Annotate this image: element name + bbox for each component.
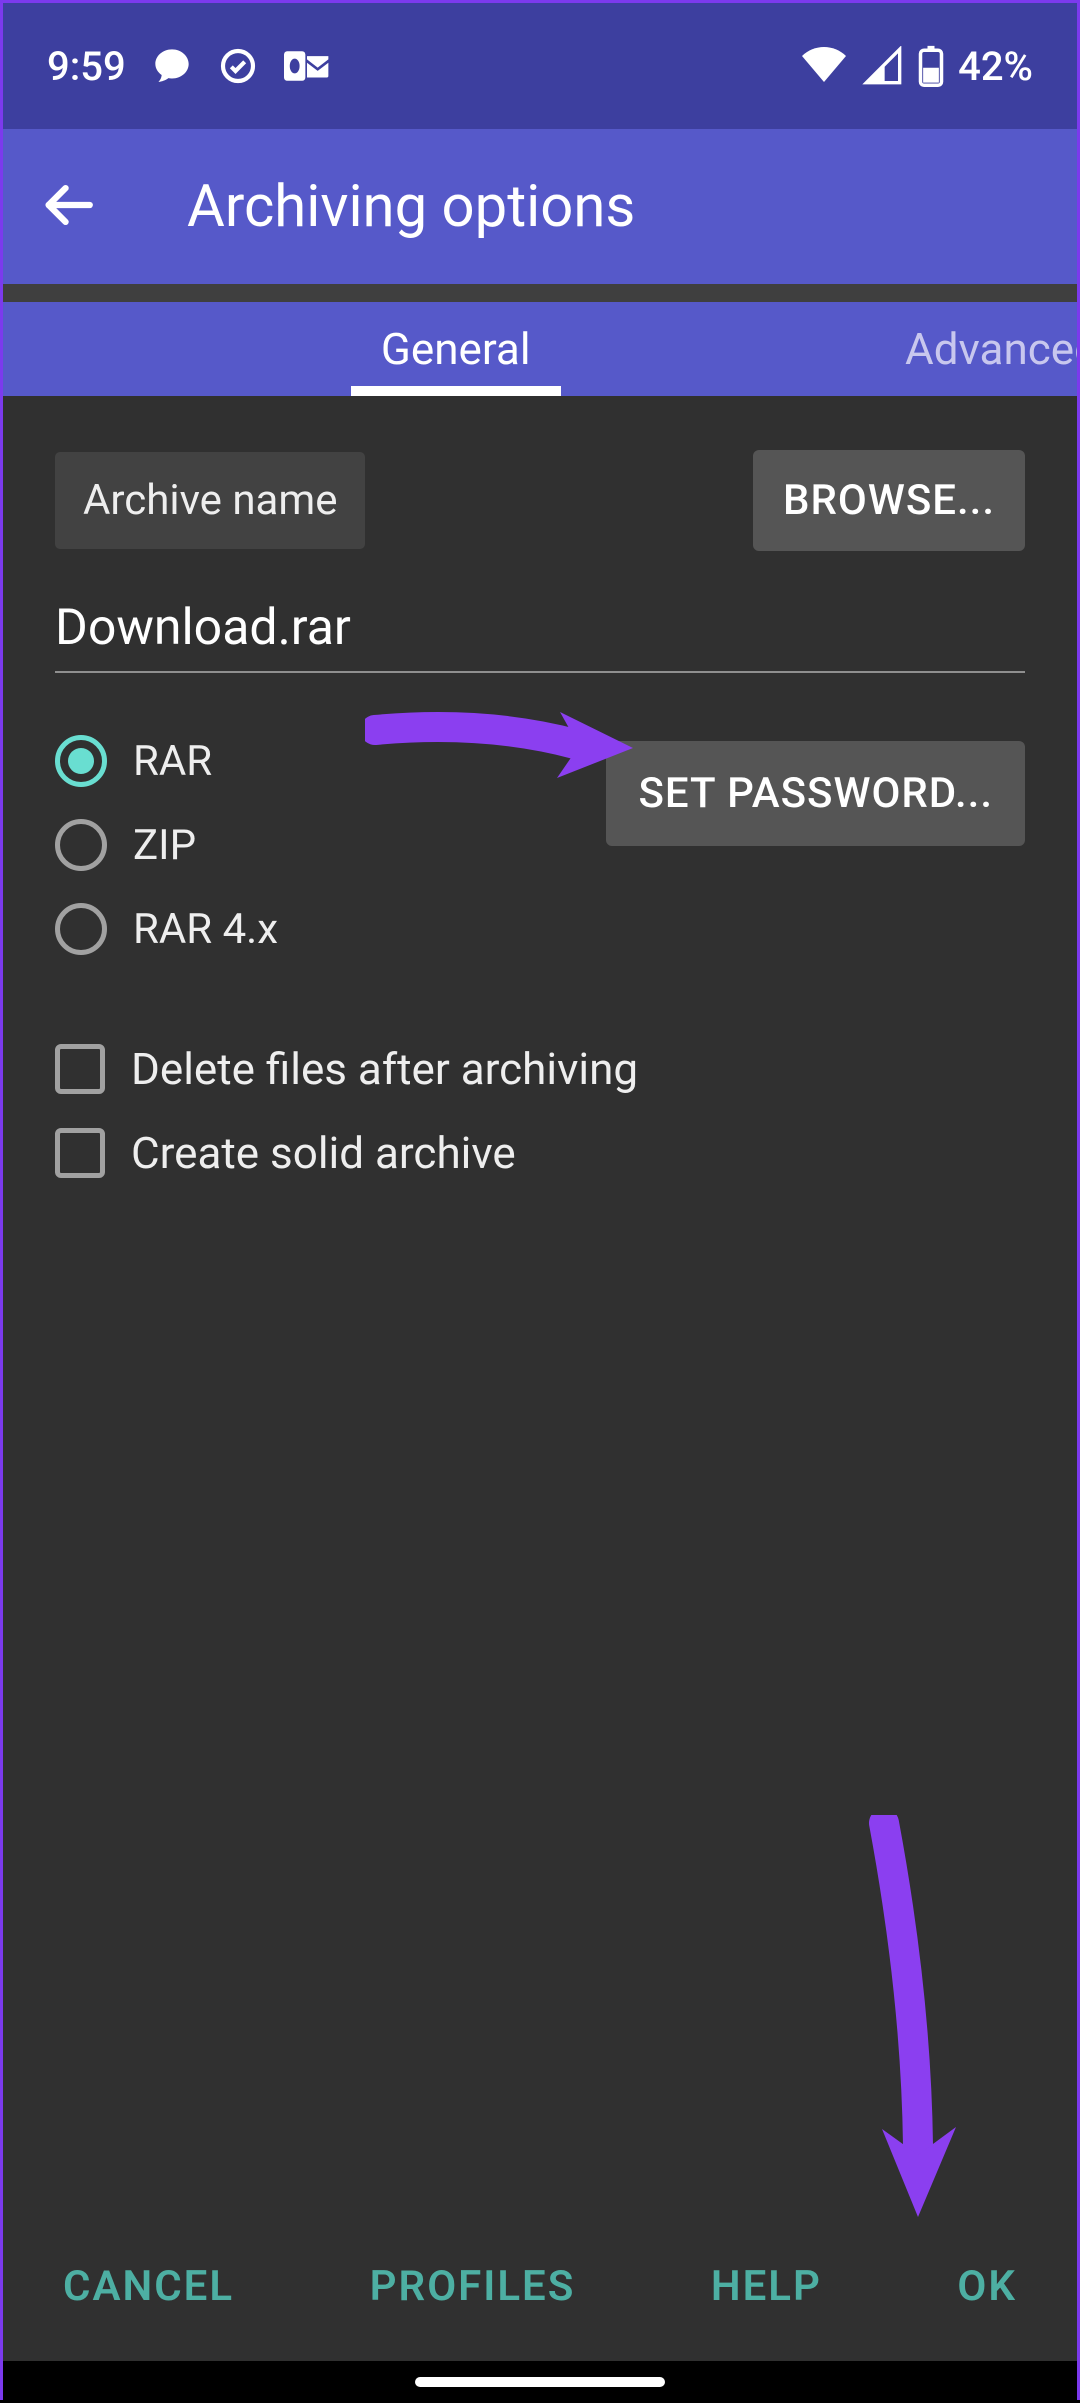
checkbox-group: Delete files after archiving Create soli… (55, 1043, 1025, 1179)
tab-indicator (351, 386, 561, 396)
tab-general-label: General (381, 323, 531, 375)
set-password-button[interactable]: SET PASSWORD... (606, 741, 1025, 846)
divider (3, 284, 1077, 302)
wifi-icon (800, 46, 848, 86)
cancel-button[interactable]: CANCEL (63, 2262, 234, 2311)
content-area: Archive name BROWSE... Download.rar RAR … (3, 396, 1077, 2211)
profiles-button[interactable]: PROFILES (370, 2262, 576, 2311)
radio-icon (55, 819, 107, 871)
home-indicator[interactable] (415, 2377, 665, 2387)
format-radio-group: RAR ZIP RAR 4.x (55, 735, 278, 955)
checkbox-solid-archive[interactable]: Create solid archive (55, 1127, 1025, 1179)
battery-icon (918, 45, 944, 87)
checkbox-icon (55, 1128, 105, 1178)
radio-rar-label: RAR (133, 737, 212, 786)
radio-rar4x-label: RAR 4.x (133, 905, 278, 954)
radio-icon (55, 735, 107, 787)
solid-archive-label: Create solid archive (131, 1127, 516, 1179)
archive-name-input[interactable]: Download.rar (55, 599, 1025, 673)
bottom-bar: CANCEL PROFILES HELP OK (3, 2211, 1077, 2361)
speech-bubble-icon (152, 46, 192, 86)
archive-name-value: Download.rar (55, 599, 1025, 657)
sync-icon (218, 46, 258, 86)
outlook-icon (284, 46, 330, 86)
archive-name-chip[interactable]: Archive name (55, 452, 365, 549)
tab-general[interactable]: General (175, 302, 737, 396)
tab-bar: General Advanced (3, 302, 1077, 396)
back-icon[interactable] (39, 176, 97, 238)
app-bar: Archiving options (3, 129, 1077, 284)
checkbox-icon (55, 1044, 105, 1094)
browse-button[interactable]: BROWSE... (753, 450, 1025, 551)
delete-after-label: Delete files after archiving (131, 1043, 638, 1095)
radio-rar4x[interactable]: RAR 4.x (55, 903, 278, 955)
tab-advanced-label: Advanced (905, 323, 1077, 375)
page-title: Archiving options (187, 173, 635, 241)
radio-zip[interactable]: ZIP (55, 819, 278, 871)
help-button[interactable]: HELP (711, 2262, 822, 2311)
cellular-icon (862, 46, 904, 86)
battery-percent: 42% (958, 43, 1033, 90)
nav-bar (3, 2361, 1077, 2403)
radio-rar[interactable]: RAR (55, 735, 278, 787)
status-time: 9:59 (47, 43, 126, 90)
tab-advanced[interactable]: Advanced (887, 302, 1077, 396)
radio-zip-label: ZIP (133, 821, 196, 870)
checkbox-delete-after[interactable]: Delete files after archiving (55, 1043, 1025, 1095)
ok-button[interactable]: OK (957, 2262, 1017, 2311)
status-bar: 9:59 42% (3, 3, 1077, 129)
radio-icon (55, 903, 107, 955)
